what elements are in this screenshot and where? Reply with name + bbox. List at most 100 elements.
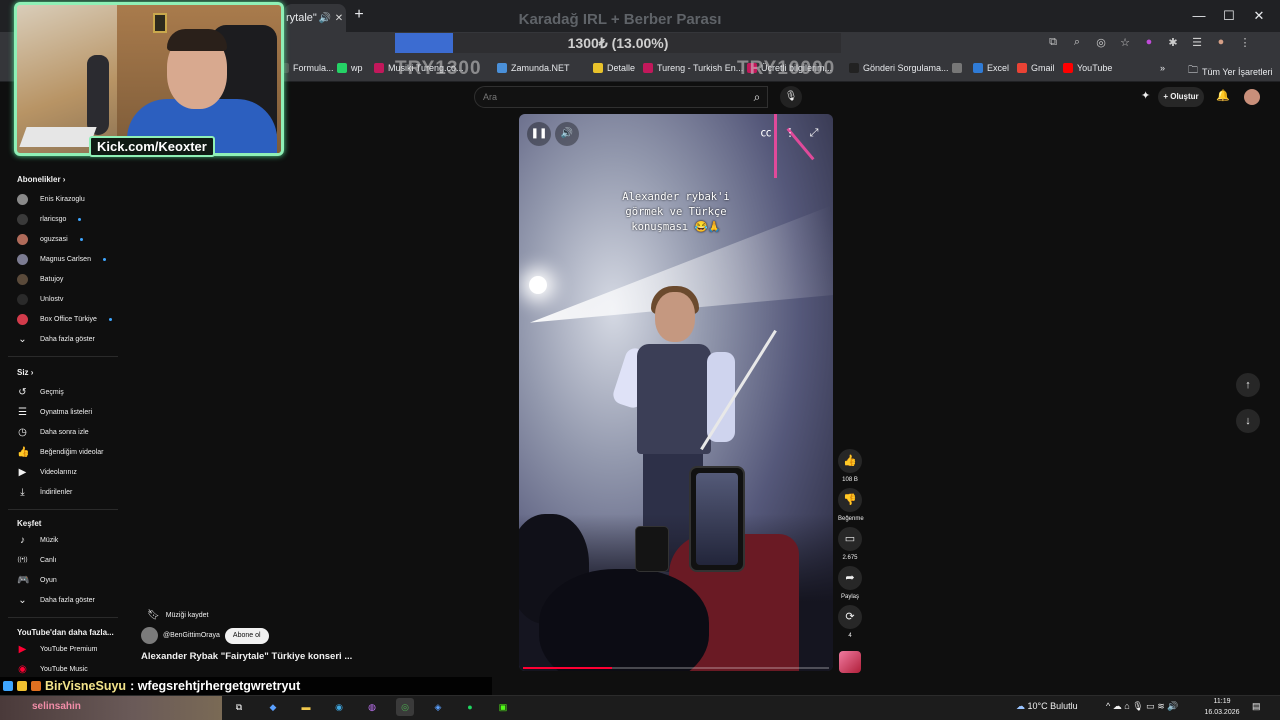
live-dot-icon — [79, 238, 83, 241]
edge-icon[interactable]: ◉ — [330, 698, 348, 716]
menu-icon[interactable]: ⋮ — [1238, 36, 1252, 49]
sidebar-item-like[interactable]: 👍 Beğendiğim videolar — [17, 447, 103, 458]
sidebar-item-subscription[interactable]: Box Office Türkiye — [17, 314, 112, 325]
browser-tab-active[interactable]: rytale" 🔊 ✕ — [284, 4, 346, 32]
cast-icon[interactable]: ⧉ — [1046, 36, 1060, 49]
pause-icon[interactable]: ❚❚ — [527, 122, 551, 146]
bookmarks-overflow-icon[interactable]: » — [1160, 63, 1165, 73]
next-short-button[interactable]: ↓ — [1236, 409, 1260, 433]
sidebar-item-subscription[interactable]: Magnus Carlsen — [17, 254, 106, 265]
sidebar-item-label: rlaricsgo — [40, 216, 67, 223]
extensions-icon[interactable]: ✱ — [1166, 36, 1180, 49]
eye-off-icon[interactable]: ◎ — [1094, 36, 1108, 49]
spotify-icon[interactable]: ● — [461, 698, 479, 716]
sound-avatar[interactable] — [839, 651, 861, 673]
bookmark-item[interactable]: Zamunda.NET — [497, 63, 570, 73]
sidebar-item-live[interactable]: ((•)) Canlı — [17, 555, 56, 566]
channel-name[interactable]: @BenGittimOraya — [163, 632, 220, 639]
youtube-icon — [1063, 63, 1073, 73]
sparkle-icon[interactable]: ✦ — [1141, 89, 1150, 102]
remix-button[interactable]: ⟳ 4 — [838, 605, 862, 639]
save-music-button[interactable]: 🔖︎ Müziği kaydet — [141, 607, 215, 623]
short-video-player[interactable]: Alexander rybak'i görmek ve Türkçe konuş… — [519, 114, 833, 671]
notification-icon[interactable]: ▤ — [1252, 701, 1261, 712]
sidebar-item-history[interactable]: ↺ Geçmiş — [17, 387, 63, 398]
search-icon[interactable]: ⌕ — [742, 86, 772, 108]
chat-text: : wfegsrehtjrhergetgwretryut — [130, 679, 301, 693]
sidebar-item-download[interactable]: ⤓ İndirilenler — [17, 487, 72, 498]
sidebar-item-youtube-music[interactable]: ◉ YouTube Music — [17, 664, 88, 675]
copilot-icon[interactable]: ◆ — [264, 698, 282, 716]
sidebar-item-clock[interactable]: ◷ Daha sonra izle — [17, 427, 89, 438]
profile-avatar-icon[interactable]: ● — [1214, 36, 1228, 49]
task-view-icon[interactable]: ⧉ — [230, 698, 248, 716]
sidebar-item-subscription[interactable]: Batujoy — [17, 274, 63, 285]
sidebar-item-subscription[interactable]: rlaricsgo — [17, 214, 82, 225]
avatar[interactable] — [1244, 89, 1260, 105]
sidebar-item-subscription[interactable]: oguzsasi — [17, 234, 83, 245]
sidebar-item-music[interactable]: ♪ Müzik — [17, 535, 58, 546]
you-title[interactable]: Siz › — [17, 368, 33, 377]
x-icon — [849, 63, 859, 73]
channel-avatar[interactable] — [141, 627, 158, 644]
file-explorer-icon[interactable]: ▬ — [297, 698, 315, 716]
extension-profile-icon[interactable]: ● — [1142, 36, 1156, 49]
explore-show-more[interactable]: ⌄ Daha fazla göster — [17, 595, 95, 606]
dislike-button[interactable]: 👎 Beğenme — [838, 488, 864, 522]
live-dot-icon — [102, 258, 106, 261]
share-button[interactable]: ➦ Paylaş — [838, 566, 862, 600]
app-icon[interactable]: ◈ — [429, 698, 447, 716]
sidebar-item-subscription[interactable]: Unlostv — [17, 294, 63, 305]
maximize-button[interactable]: ☐ — [1220, 8, 1238, 24]
bell-icon[interactable]: 🔔 — [1216, 89, 1230, 102]
tray-icons[interactable]: ^ ☁ ⌂ 🎙 ▭ ≋ 🔊 — [1106, 701, 1178, 712]
close-tab-icon[interactable]: ✕ — [332, 13, 346, 24]
weather-widget[interactable]: ☁ 10°C Bulutlu — [1016, 701, 1078, 712]
reading-list-icon[interactable]: ☰ — [1190, 36, 1204, 49]
captions-icon[interactable]: ㏄ — [759, 126, 773, 140]
app-icon[interactable]: ◍ — [363, 698, 381, 716]
bookmark-item[interactable] — [952, 63, 966, 73]
phone-screen — [696, 473, 738, 565]
bookmark-item[interactable]: YouTube — [1063, 63, 1112, 73]
comments-button[interactable]: ▭ 2.675 — [838, 527, 862, 561]
sidebar-item-playlist[interactable]: ☰ Oynatma listeleri — [17, 407, 92, 418]
video-icon: ▶ — [18, 467, 27, 478]
volume-icon[interactable]: 🔊 — [555, 122, 579, 146]
new-tab-button[interactable]: + — [350, 6, 368, 24]
minimize-button[interactable]: — — [1190, 8, 1208, 24]
bookmark-item[interactable]: Formula... — [279, 63, 334, 73]
bookmark-item[interactable]: wp — [337, 63, 363, 73]
bookmark-item[interactable]: Excel — [973, 63, 1009, 73]
taskbar-clock[interactable]: 11:19 16.03.2026 — [1200, 696, 1244, 718]
more-options-icon[interactable]: ⋮ — [783, 126, 797, 140]
bookmark-item[interactable]: Gmail — [1017, 63, 1055, 73]
thumbs-up-icon: 👍 — [838, 449, 862, 473]
bookmark-item[interactable]: Tureng - Turkish En... — [643, 63, 743, 73]
close-window-button[interactable]: ✕ — [1250, 8, 1268, 24]
star-icon[interactable]: ☆ — [1118, 36, 1132, 49]
like-button[interactable]: 👍 108 B — [838, 449, 862, 483]
video-progress-bar[interactable] — [523, 667, 829, 669]
sidebar-item-game[interactable]: 🎮 Oyun — [17, 575, 57, 586]
sidebar-item-subscription[interactable]: Enis Kirazoglu — [17, 194, 85, 205]
previous-short-button[interactable]: ↑ — [1236, 373, 1260, 397]
all-bookmarks-button[interactable]: 🗀 Tüm Yer İşaretleri — [1188, 63, 1273, 80]
bookmark-item[interactable]: Gönderi Sorgulama... — [849, 63, 949, 73]
short-title[interactable]: Alexander Rybak "Fairytale" Türkiye kons… — [141, 651, 352, 662]
subscriptions-title[interactable]: Abonelikler › — [17, 175, 65, 184]
kick-icon[interactable]: ▣ — [494, 698, 512, 716]
subs-show-more[interactable]: ⌄ Daha fazla göster — [17, 334, 95, 345]
sidebar-item-video[interactable]: ▶ Videolarınız — [17, 467, 77, 478]
microphone-icon[interactable]: 🎙 — [780, 86, 802, 108]
create-button[interactable]: + Oluştur — [1158, 87, 1204, 107]
search-input[interactable]: Ara — [474, 86, 768, 108]
speaker-icon[interactable]: 🔊 — [318, 13, 332, 24]
subscribe-button[interactable]: Abone ol — [224, 627, 269, 644]
zoom-icon[interactable]: ⌕ — [1070, 36, 1084, 49]
chrome-icon[interactable]: ◎ — [396, 698, 414, 716]
webcam-overlay — [14, 2, 284, 156]
fullscreen-icon[interactable]: ⤢ — [807, 126, 821, 140]
sidebar-item-youtube-premium[interactable]: ▶ YouTube Premium — [17, 644, 98, 655]
bookmark-item[interactable]: Detalle — [593, 63, 635, 73]
